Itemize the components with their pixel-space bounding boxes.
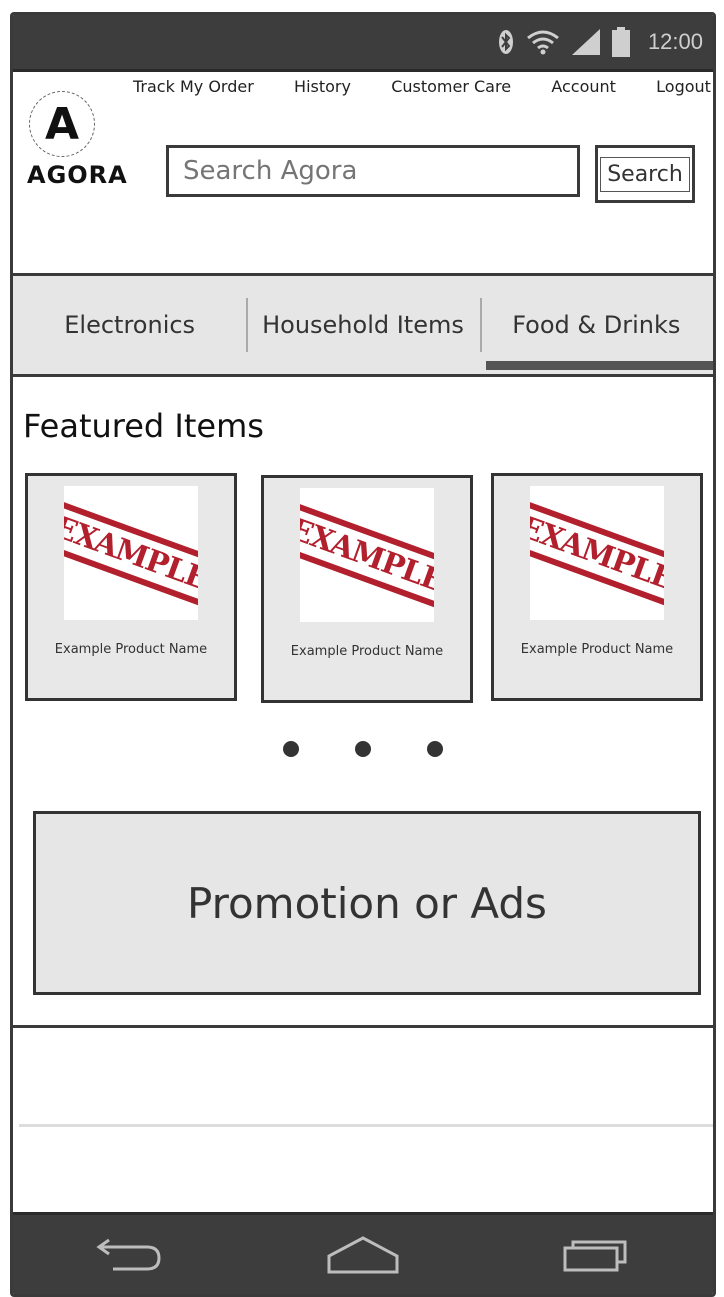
nav-track-order[interactable]: Track My Order: [133, 77, 254, 96]
battery-icon: [611, 27, 630, 57]
nav-logout[interactable]: Logout: [656, 77, 711, 96]
tab-label: Electronics: [64, 311, 196, 339]
tab-food-drinks[interactable]: Food & Drinks: [479, 276, 713, 374]
top-nav: Track My Order History Customer Care Acc…: [133, 77, 713, 96]
nav-customer-care[interactable]: Customer Care: [391, 77, 511, 96]
featured-title: Featured Items: [23, 407, 264, 445]
promo-banner[interactable]: Promotion or Ads: [33, 811, 701, 995]
status-bar: 12:00: [13, 15, 713, 72]
nav-account[interactable]: Account: [551, 77, 616, 96]
product-name: Example Product Name: [54, 642, 208, 657]
nav-history[interactable]: History: [294, 77, 351, 96]
tab-electronics[interactable]: Electronics: [13, 276, 246, 374]
product-name: Example Product Name: [520, 642, 674, 657]
tab-label: Household Items: [262, 311, 464, 339]
product-card[interactable]: EXAMPLE Example Product Name: [25, 473, 237, 701]
product-card[interactable]: EXAMPLE Example Product Name: [261, 475, 473, 703]
carousel-dot[interactable]: [355, 741, 371, 757]
system-nav-bar: [13, 1212, 713, 1294]
product-image: EXAMPLE: [530, 486, 664, 620]
status-time: 12:00: [647, 29, 703, 54]
category-tabs: Electronics Household Items Food & Drink…: [13, 273, 713, 377]
tab-label: Food & Drinks: [512, 311, 681, 339]
search-input[interactable]: [166, 145, 580, 197]
example-stamp: EXAMPLE: [300, 502, 434, 608]
product-card[interactable]: EXAMPLE Example Product Name: [491, 473, 703, 701]
example-stamp: EXAMPLE: [64, 500, 198, 606]
agora-logo[interactable]: A AGORA: [27, 91, 128, 189]
signal-icon: [571, 29, 600, 55]
home-icon[interactable]: [325, 1234, 401, 1278]
back-icon[interactable]: [93, 1234, 165, 1278]
product-name: Example Product Name: [290, 644, 444, 659]
carousel-dot[interactable]: [283, 741, 299, 757]
product-image: EXAMPLE: [300, 488, 434, 622]
example-stamp: EXAMPLE: [530, 500, 664, 606]
recent-apps-icon[interactable]: [561, 1234, 633, 1278]
divider: [19, 1124, 713, 1127]
logo-word: AGORA: [27, 161, 128, 189]
carousel-dot[interactable]: [427, 741, 443, 757]
product-image: EXAMPLE: [64, 486, 198, 620]
logo-emblem: A: [29, 91, 95, 157]
bluetooth-icon: [498, 29, 514, 55]
tab-household-items[interactable]: Household Items: [246, 276, 479, 374]
carousel-dots: [283, 741, 443, 757]
bottom-panel: [13, 1025, 713, 1208]
promo-label: Promotion or Ads: [187, 878, 547, 928]
search-button[interactable]: Search: [595, 145, 695, 203]
wifi-icon: [526, 29, 560, 55]
search-button-label: Search: [600, 156, 690, 192]
phone-frame: 12:00 Track My Order History Customer Ca…: [10, 12, 716, 1297]
